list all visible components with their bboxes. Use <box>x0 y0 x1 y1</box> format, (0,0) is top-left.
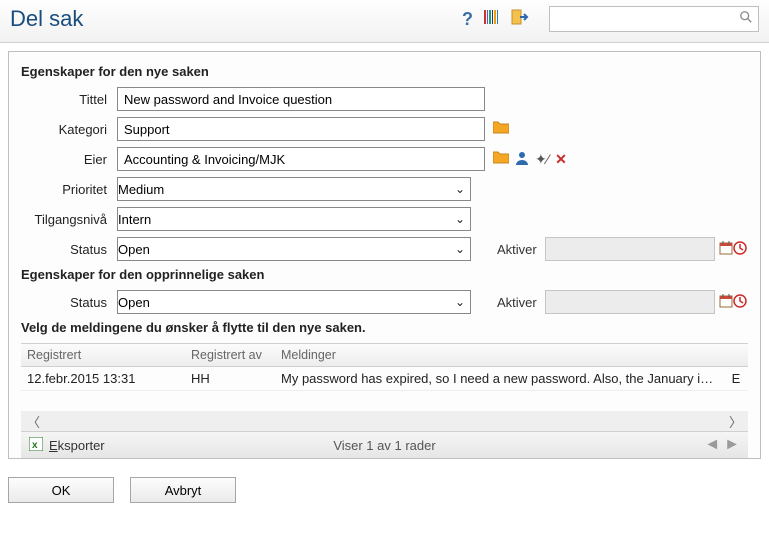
access-select[interactable]: Intern <box>117 207 471 231</box>
priority-select[interactable]: Medium <box>117 177 471 201</box>
cancel-button[interactable]: Avbryt <box>130 477 236 503</box>
label-title: Tittel <box>21 92 117 107</box>
col-header-messages[interactable]: Meldinger <box>275 344 724 366</box>
calendar-icon[interactable] <box>719 241 733 258</box>
grid-header: Registrert Registrert av Meldinger <box>21 343 748 367</box>
status-new-select[interactable]: Open <box>117 237 471 261</box>
export-button[interactable]: x Eksporter <box>29 437 105 454</box>
titlebar: Del sak ? <box>0 0 769 43</box>
row-priority: Prioritet Medium ⌄ <box>21 177 748 201</box>
col-header-registered-by[interactable]: Registrert av <box>185 344 275 366</box>
folder-icon[interactable] <box>493 120 509 139</box>
row-count-label: Viser 1 av 1 rader <box>333 438 435 453</box>
label-status: Status <box>21 295 117 310</box>
owner-input[interactable] <box>117 147 485 171</box>
title-input[interactable] <box>117 87 485 111</box>
row-status-orig: Status Open ⌄ Aktiver <box>21 290 748 314</box>
ok-button[interactable]: OK <box>8 477 114 503</box>
clock-icon[interactable] <box>733 294 747 311</box>
label-owner: Eier <box>21 152 117 167</box>
scroll-left-icon[interactable]: 〈 <box>27 412 40 431</box>
window-title: Del sak <box>10 6 462 32</box>
row-owner: Eier ✦⁄ ✕ <box>21 147 748 171</box>
label-priority: Prioritet <box>21 182 117 197</box>
row-category: Kategori <box>21 117 748 141</box>
main-panel: Egenskaper for den nye saken Tittel Kate… <box>8 51 761 459</box>
col-header-registered[interactable]: Registrert <box>21 344 185 366</box>
label-category: Kategori <box>21 122 117 137</box>
section-title-orig: Egenskaper for den opprinnelige saken <box>21 267 748 282</box>
section-title-new: Egenskaper for den nye saken <box>21 64 748 79</box>
row-access: Tilgangsnivå Intern ⌄ <box>21 207 748 231</box>
horizontal-scrollbar[interactable]: 〈 〉 <box>21 411 748 431</box>
wand-icon[interactable]: ✦⁄ <box>535 151 549 168</box>
section-title-msgs: Velg de meldingene du ønsker å flytte ti… <box>21 320 748 335</box>
label-activate: Aktiver <box>497 295 537 310</box>
search-wrap <box>549 6 759 32</box>
search-input[interactable] <box>549 6 759 32</box>
scroll-right-icon[interactable]: 〉 <box>729 412 742 431</box>
cell-registered-by: HH <box>185 367 275 390</box>
export-goto-icon[interactable] <box>511 8 529 31</box>
svg-text:x: x <box>32 440 38 451</box>
cell-extra: E <box>724 367 748 390</box>
cell-registered: 12.febr.2015 13:31 <box>21 367 185 390</box>
activate-orig-input[interactable] <box>545 290 715 314</box>
label-access: Tilgangsnivå <box>21 212 117 227</box>
category-input[interactable] <box>117 117 485 141</box>
clear-icon[interactable]: ✕ <box>555 151 567 168</box>
dialog-footer: OK Avbryt <box>0 467 769 513</box>
grid-footer: x Eksporter Viser 1 av 1 rader ◄ ► <box>21 431 748 458</box>
titlebar-icons: ? <box>462 6 759 32</box>
label-status: Status <box>21 242 117 257</box>
table-row[interactable]: 12.febr.2015 13:31 HH My password has ex… <box>21 367 748 391</box>
row-status-new: Status Open ⌄ Aktiver <box>21 237 748 261</box>
barcode-icon[interactable] <box>483 8 501 31</box>
cell-message: My password has expired, so I need a new… <box>275 367 724 390</box>
help-icon[interactable]: ? <box>462 9 473 30</box>
excel-icon: x <box>29 437 43 454</box>
col-header-extra[interactable] <box>724 344 748 366</box>
label-activate: Aktiver <box>497 242 537 257</box>
folder-icon[interactable] <box>493 150 509 169</box>
activate-new-input[interactable] <box>545 237 715 261</box>
calendar-icon[interactable] <box>719 294 733 311</box>
user-icon[interactable] <box>515 151 529 168</box>
row-title: Tittel <box>21 87 748 111</box>
status-orig-select[interactable]: Open <box>117 290 471 314</box>
export-label: Eksporter <box>49 438 105 453</box>
page-next-icon[interactable]: ► <box>724 436 740 454</box>
page-prev-icon[interactable]: ◄ <box>704 436 720 454</box>
clock-icon[interactable] <box>733 241 747 258</box>
